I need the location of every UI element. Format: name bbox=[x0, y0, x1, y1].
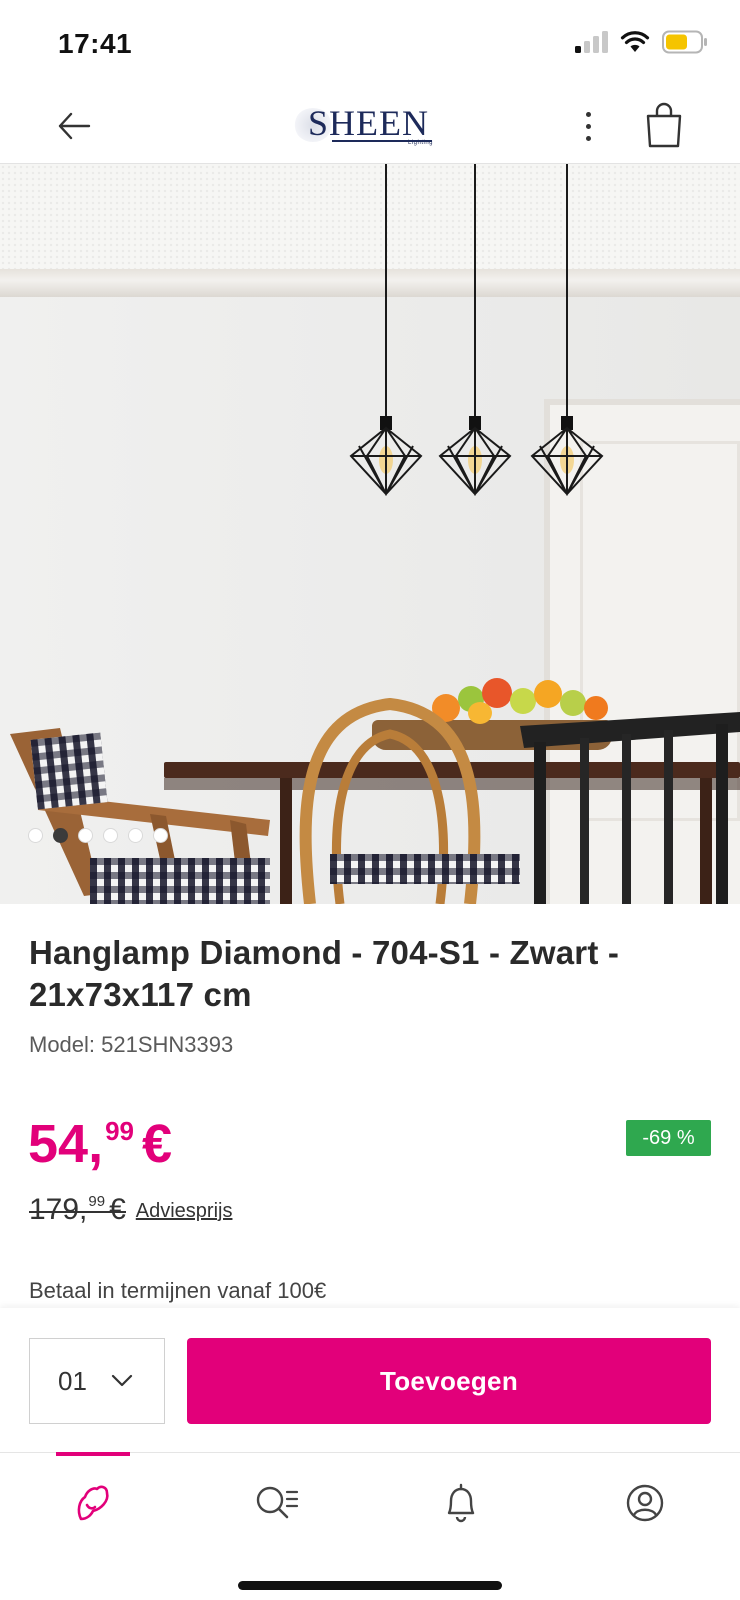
nav-active-indicator bbox=[56, 1452, 130, 1456]
bell-icon bbox=[447, 1483, 475, 1523]
brand-logo[interactable]: SHEEN Lighting bbox=[294, 100, 454, 152]
installments-text: Betaal in termijnen vanaf 100€ bbox=[29, 1278, 327, 1303]
more-dot-icon bbox=[585, 111, 591, 117]
chevron-down-icon bbox=[111, 1374, 133, 1387]
seat-cushion bbox=[330, 854, 520, 884]
nav-notifications[interactable] bbox=[424, 1473, 498, 1533]
wifi-icon bbox=[620, 31, 650, 52]
old-price-decimals: 99 bbox=[88, 1193, 106, 1210]
arrow-left-icon bbox=[58, 112, 91, 140]
signal-icon bbox=[575, 31, 608, 53]
carousel-dot[interactable] bbox=[128, 828, 143, 843]
pendant-lamp bbox=[438, 416, 512, 496]
cart-button[interactable] bbox=[644, 102, 684, 148]
bottom-nav bbox=[0, 1452, 740, 1600]
nav-home[interactable] bbox=[56, 1473, 130, 1533]
black-chair bbox=[520, 712, 740, 904]
more-dot-icon bbox=[585, 123, 591, 129]
fruit bbox=[510, 688, 536, 714]
logo-text: SHEEN bbox=[308, 103, 429, 143]
lamp-cord bbox=[566, 164, 568, 420]
lamp-cord bbox=[385, 164, 387, 420]
old-price-currency: € bbox=[109, 1193, 126, 1226]
price-currency: € bbox=[142, 1114, 173, 1174]
carousel-dot[interactable] bbox=[78, 828, 93, 843]
add-to-cart-bar: 01 Toevoegen bbox=[0, 1308, 740, 1452]
old-price-integer: 179, bbox=[29, 1193, 88, 1226]
crown-molding bbox=[0, 269, 740, 297]
status-bar: 17:41 bbox=[0, 0, 740, 86]
app-header: SHEEN Lighting bbox=[0, 86, 740, 164]
quantity-select[interactable]: 01 bbox=[29, 1338, 165, 1424]
product-model: Model: 521SHN3393 bbox=[29, 1032, 234, 1057]
seat-cushion bbox=[90, 858, 270, 904]
price-decimals: 99 bbox=[105, 1116, 134, 1146]
current-price: 54, 99 € bbox=[28, 1116, 172, 1172]
more-dot-icon bbox=[585, 135, 591, 141]
carousel-dot[interactable] bbox=[153, 828, 168, 843]
price-integer: 54, bbox=[28, 1114, 104, 1174]
more-options-button[interactable] bbox=[570, 104, 606, 148]
carousel-dots bbox=[28, 828, 168, 843]
quantity-value: 01 bbox=[58, 1365, 87, 1396]
home-indicator bbox=[238, 1581, 502, 1590]
battery-icon bbox=[662, 30, 707, 54]
add-to-cart-button[interactable]: Toevoegen bbox=[187, 1338, 711, 1424]
status-time: 17:41 bbox=[58, 28, 133, 59]
nav-account[interactable] bbox=[608, 1473, 682, 1533]
pendant-lamp bbox=[349, 416, 423, 496]
logo-subtext: Lighting bbox=[408, 140, 434, 146]
nav-search[interactable] bbox=[240, 1473, 314, 1533]
fruit bbox=[534, 680, 562, 708]
status-icons bbox=[574, 30, 708, 54]
old-price-row: 179, 99 € Adviesprijs bbox=[29, 1192, 232, 1228]
home-icon bbox=[77, 1485, 109, 1521]
pendant-lamp bbox=[530, 416, 604, 496]
lamp-cord bbox=[474, 164, 476, 420]
carousel-dot-active[interactable] bbox=[53, 828, 68, 843]
ceiling bbox=[0, 164, 740, 269]
account-icon bbox=[626, 1484, 664, 1522]
shopping-bag-icon bbox=[646, 102, 682, 148]
advice-price-link[interactable]: Adviesprijs bbox=[136, 1200, 233, 1223]
search-list-icon bbox=[256, 1486, 299, 1519]
product-title: Hanglamp Diamond - 704-S1 - Zwart - 21x7… bbox=[29, 934, 620, 1013]
back-button[interactable] bbox=[52, 104, 96, 148]
old-price: 179, 99 € bbox=[29, 1192, 126, 1228]
discount-badge: -69 % bbox=[626, 1120, 711, 1156]
carousel-dot[interactable] bbox=[28, 828, 43, 843]
product-image-carousel[interactable] bbox=[0, 164, 740, 904]
cushion bbox=[30, 732, 108, 810]
carousel-dot[interactable] bbox=[103, 828, 118, 843]
